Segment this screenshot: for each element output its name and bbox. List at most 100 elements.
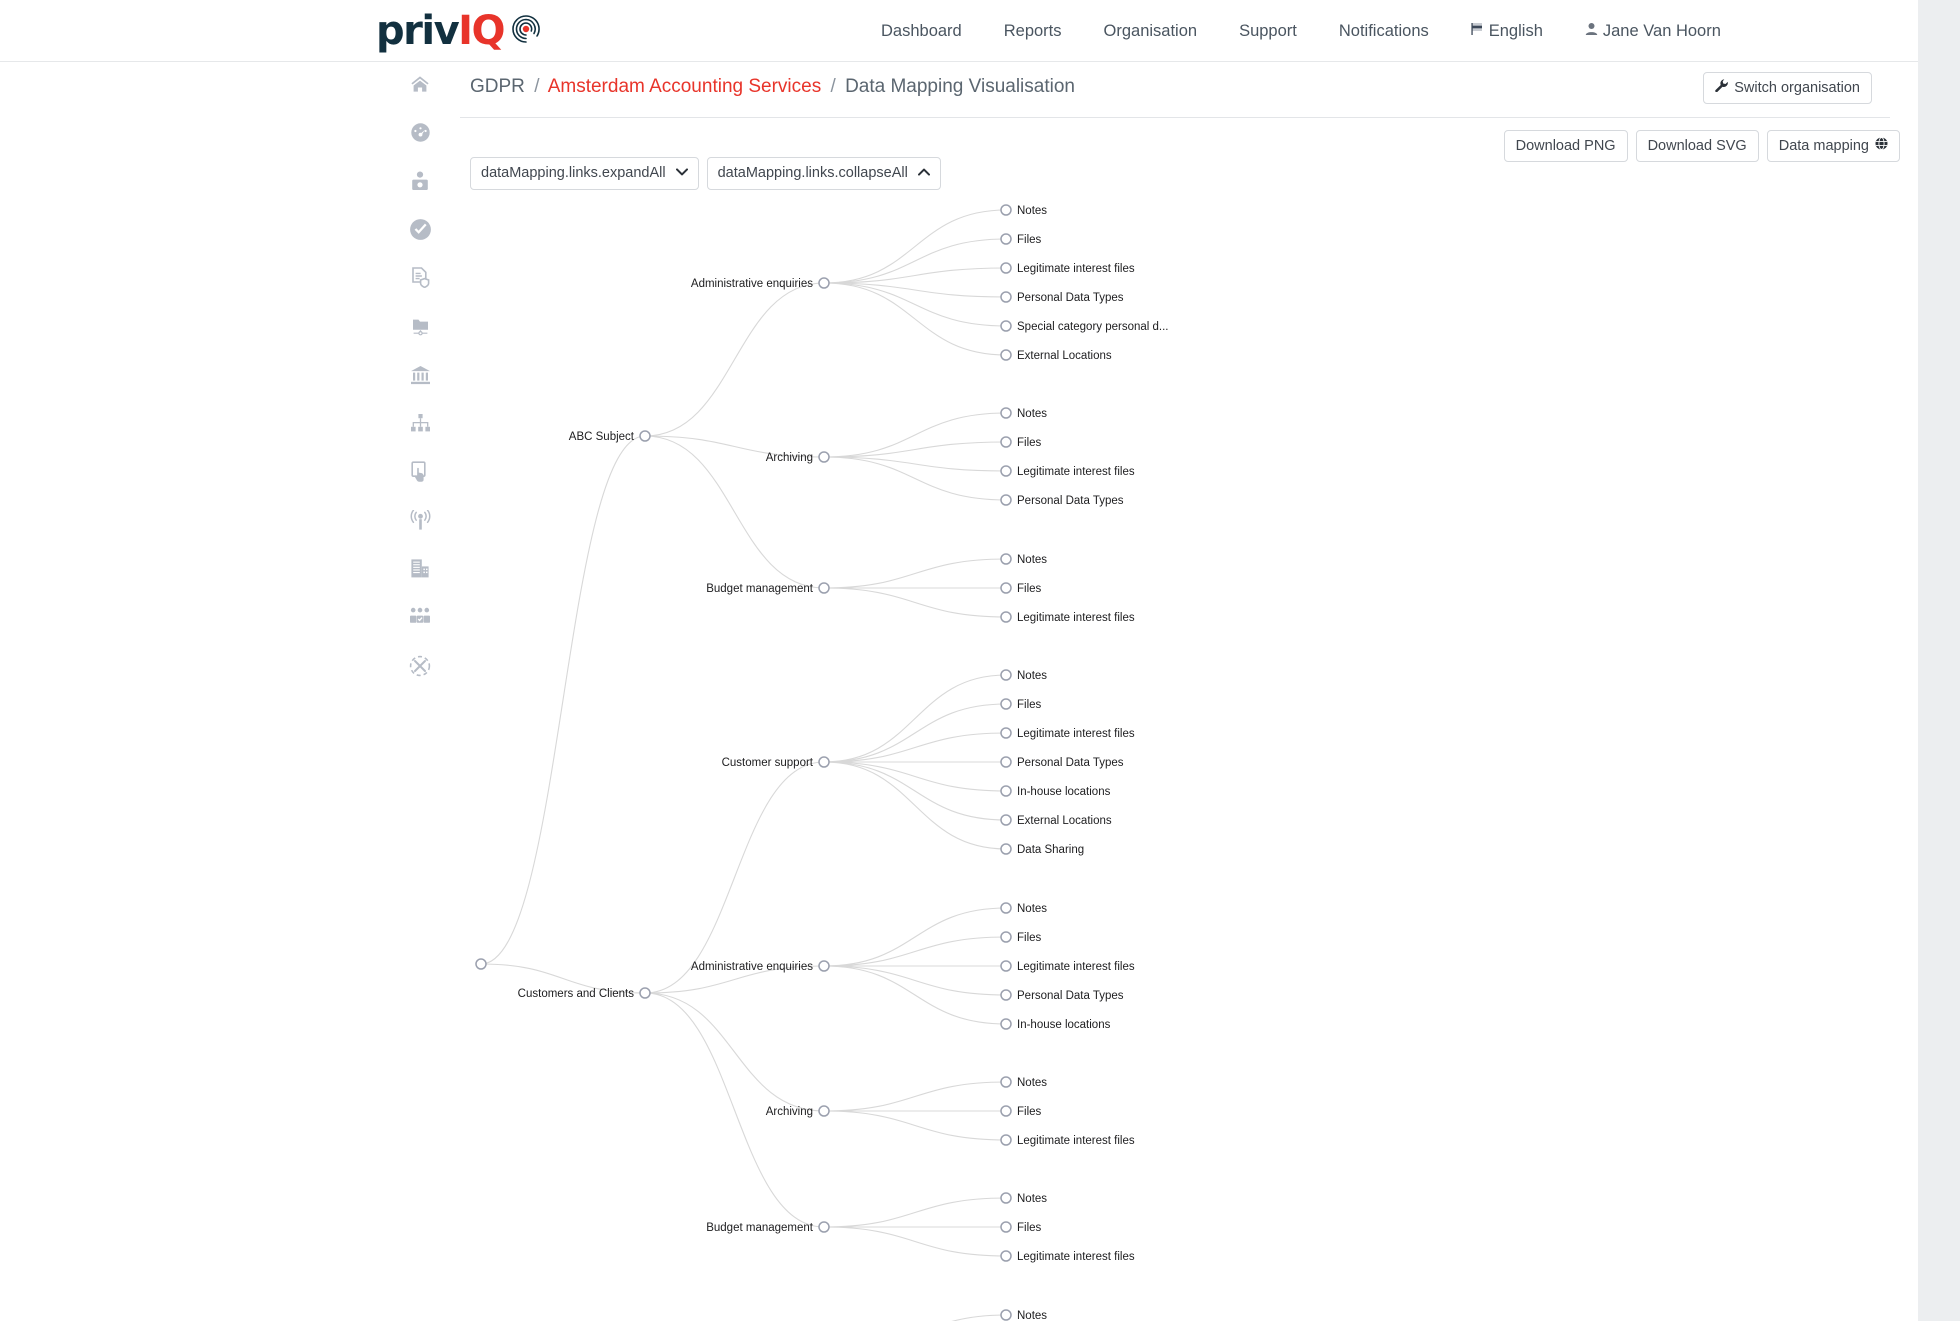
nav-item-support[interactable]: Support [1218, 0, 1318, 62]
tree-leaf-node[interactable]: Personal Data Types [1000, 989, 1124, 1002]
download-png-button[interactable]: Download PNG [1503, 130, 1628, 163]
tree-node-circle[interactable] [1000, 756, 1012, 768]
priviq-logo[interactable]: privIQ [376, 6, 548, 56]
tree-node-circle[interactable] [1000, 465, 1012, 477]
tree-node-circle[interactable] [1000, 1134, 1012, 1146]
tree-node-circle[interactable] [1000, 814, 1012, 826]
sidebar-item-dashboard[interactable] [390, 111, 450, 160]
tree-node-circle[interactable] [1000, 1076, 1012, 1088]
nav-item-dashboard[interactable]: Dashboard [860, 0, 983, 62]
tree-node-circle[interactable] [1000, 1105, 1012, 1117]
tree-node-circle[interactable] [1000, 582, 1012, 594]
tree-node-abc-archiving[interactable]: Archiving [766, 451, 830, 464]
tree-node-circle[interactable] [1000, 785, 1012, 797]
collapse-all-select[interactable]: dataMapping.links.collapseAll [706, 157, 941, 190]
nav-item-organisation[interactable]: Organisation [1083, 0, 1219, 62]
sidebar-item-transfers[interactable] [390, 644, 450, 693]
tree-leaf-node[interactable]: Data Sharing [1000, 843, 1084, 856]
tree-node-circle[interactable] [818, 277, 830, 289]
nav-item-notifications[interactable]: Notifications [1318, 0, 1450, 62]
sidebar-item-consent[interactable] [390, 450, 450, 499]
nav-item-user[interactable]: Jane Van Hoorn [1564, 0, 1742, 62]
tree-node-circle[interactable] [1000, 1018, 1012, 1030]
tree-node-circle[interactable] [818, 1221, 830, 1233]
tree-leaf-node[interactable]: Files [1000, 1105, 1042, 1118]
tree-leaf-node[interactable]: Legitimate interest files [1000, 960, 1135, 973]
tree-node-circle[interactable] [1000, 843, 1012, 855]
breadcrumb-organisation[interactable]: Amsterdam Accounting Services [548, 76, 822, 97]
tree-node-abc-admin[interactable]: Administrative enquiries [691, 277, 830, 290]
tree-node-circle[interactable] [1000, 611, 1012, 623]
tree-leaf-node[interactable]: Notes [1000, 669, 1047, 682]
tree-leaf-node[interactable]: Notes [1000, 1192, 1047, 1205]
tree-leaf-node[interactable]: Personal Data Types [1000, 291, 1124, 304]
tree-leaf-node[interactable]: Notes [1000, 1076, 1047, 1089]
tree-node-circle[interactable] [1000, 262, 1012, 274]
tree-leaf-node[interactable]: Personal Data Types [1000, 756, 1124, 769]
tree-node-circle[interactable] [1000, 204, 1012, 216]
tree-leaf-node[interactable]: External Locations [1000, 349, 1112, 362]
tree-node-circle[interactable] [1000, 233, 1012, 245]
tree-node-circle[interactable] [639, 430, 651, 442]
tree-svg[interactable]: ABC Subject Customers and Clients Administ… [450, 192, 1918, 1321]
tree-node-cc-admin[interactable]: Administrative enquiries [691, 960, 830, 973]
sidebar-item-training[interactable] [390, 596, 450, 645]
tree-leaf-node[interactable]: Notes [1000, 553, 1047, 566]
tree-node-cc-archiving[interactable]: Archiving [766, 1105, 830, 1118]
tree-node-customers-clients[interactable]: Customers and Clients [518, 987, 651, 1000]
sidebar-item-vendors[interactable] [390, 547, 450, 596]
tree-node-circle[interactable] [1000, 349, 1012, 361]
tree-node-circle[interactable] [1000, 291, 1012, 303]
tree-node-circle[interactable] [1000, 407, 1012, 419]
sidebar-item-documents[interactable] [390, 256, 450, 305]
tree-leaf-node[interactable]: Legitimate interest files [1000, 727, 1135, 740]
sidebar-item-data-mapping[interactable] [390, 305, 450, 354]
tree-node-circle[interactable] [1000, 960, 1012, 972]
sidebar-item-breach[interactable] [390, 499, 450, 548]
data-mapping-tree[interactable]: ABC Subject Customers and Clients Administ… [450, 192, 1918, 1321]
tree-leaf-node[interactable]: Files [1000, 931, 1042, 944]
switch-organisation-button[interactable]: Switch organisation [1703, 72, 1872, 105]
tree-node-circle[interactable] [1000, 1192, 1012, 1204]
tree-leaf-node[interactable]: Files [1000, 582, 1042, 595]
tree-node-cc-budget[interactable]: Budget management [706, 1221, 830, 1234]
tree-leaf-node[interactable]: Special category personal d... [1000, 320, 1169, 333]
tree-leaf-node[interactable]: External Locations [1000, 814, 1112, 827]
nav-item-language[interactable]: English [1450, 0, 1564, 62]
tree-node-circle[interactable] [818, 1105, 830, 1117]
tree-node-circle[interactable] [1000, 902, 1012, 914]
tree-node-circle[interactable] [1000, 1221, 1012, 1233]
tree-node-circle[interactable] [1000, 1250, 1012, 1262]
tree-leaf-node[interactable]: Legitimate interest files [1000, 465, 1135, 478]
sidebar-item-governance[interactable] [390, 353, 450, 402]
tree-leaf-node[interactable]: In-house locations [1000, 785, 1111, 798]
tree-node-circle[interactable] [1000, 727, 1012, 739]
tree-node-root[interactable] [475, 958, 487, 970]
tree-leaf-node[interactable]: Legitimate interest files [1000, 611, 1135, 624]
tree-node-circle[interactable] [1000, 669, 1012, 681]
tree-node-circle[interactable] [1000, 320, 1012, 332]
tree-node-circle[interactable] [1000, 436, 1012, 448]
tree-node-circle[interactable] [1000, 931, 1012, 943]
tree-node-circle[interactable] [818, 582, 830, 594]
tree-leaf-node[interactable]: Personal Data Types [1000, 494, 1124, 507]
tree-node-circle[interactable] [1000, 698, 1012, 710]
tree-node-circle[interactable] [1000, 553, 1012, 565]
data-mapping-button[interactable]: Data mapping [1766, 130, 1900, 163]
download-svg-button[interactable]: Download SVG [1635, 130, 1759, 163]
tree-node-abc-budget[interactable]: Budget management [706, 582, 830, 595]
tree-node-circle[interactable] [1000, 494, 1012, 506]
tree-node-circle[interactable] [818, 960, 830, 972]
tree-leaf-node[interactable]: Files [1000, 233, 1042, 246]
tree-leaf-node[interactable]: Files [1000, 1221, 1042, 1234]
tree-leaf-node[interactable]: Legitimate interest files [1000, 1134, 1135, 1147]
tree-node-circle[interactable] [818, 756, 830, 768]
tree-node-circle[interactable] [1000, 989, 1012, 1001]
tree-leaf-node[interactable]: Legitimate interest files [1000, 1250, 1135, 1263]
tree-node-circle[interactable] [818, 451, 830, 463]
tree-leaf-node[interactable]: Files [1000, 436, 1042, 449]
tree-leaf-node[interactable]: Notes [1000, 407, 1047, 420]
sidebar-item-data-subject[interactable] [390, 159, 450, 208]
tree-node-cc-support[interactable]: Customer support [722, 756, 830, 769]
tree-leaf-node[interactable]: Notes [1000, 204, 1047, 217]
